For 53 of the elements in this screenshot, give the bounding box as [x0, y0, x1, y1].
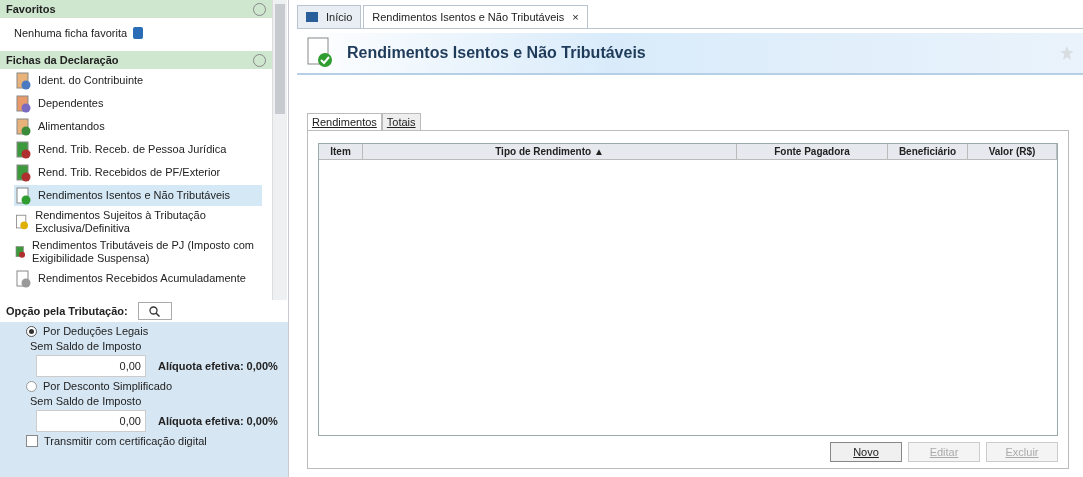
- form-icon: [14, 243, 27, 261]
- option-label: Por Deduções Legais: [43, 325, 149, 337]
- search-icon: [149, 305, 161, 317]
- balance-status: Sem Saldo de Imposto: [30, 340, 143, 352]
- radio-button[interactable]: [26, 380, 37, 392]
- action-button[interactable]: Novo: [830, 442, 902, 462]
- form-icon: [14, 213, 30, 231]
- column-header[interactable]: Tipo de Rendimento ▲: [363, 144, 737, 159]
- form-list-item[interactable]: Rendimentos Recebidos Acumuladamente: [14, 268, 262, 289]
- home-icon: [306, 12, 318, 22]
- info-icon: [133, 27, 144, 39]
- checkbox-label: Transmitir com certificação digital: [44, 435, 207, 447]
- form-icon: [14, 163, 32, 182]
- value-field: 0,00: [36, 355, 146, 377]
- star-icon[interactable]: [1059, 45, 1075, 61]
- form-list-item[interactable]: Ident. do Contribuinte: [14, 70, 262, 91]
- page-title: Rendimentos Isentos e Não Tributáveis: [347, 44, 647, 62]
- form-list-item[interactable]: Alimentandos: [14, 116, 262, 137]
- form-icon: [14, 269, 32, 288]
- form-list-item[interactable]: Rend. Trib. Receb. de Pessoa Jurídica: [14, 139, 262, 160]
- scrollbar-thumb[interactable]: [275, 4, 285, 114]
- taxation-option-label: Opção pela Tributação:: [6, 305, 128, 317]
- value-field: 0,00: [36, 410, 146, 432]
- column-header[interactable]: Valor (R$): [968, 144, 1057, 159]
- search-button[interactable]: [137, 302, 172, 320]
- tab[interactable]: Início: [297, 5, 362, 28]
- tab[interactable]: Rendimentos: [307, 113, 382, 130]
- document-check-icon: [305, 37, 335, 69]
- form-icon: [14, 186, 32, 205]
- tab[interactable]: Totais: [381, 113, 421, 130]
- column-header[interactable]: Beneficiário: [888, 144, 968, 159]
- form-icon: [14, 71, 32, 90]
- balance-status: Sem Saldo de Imposto: [30, 395, 143, 407]
- radio-button[interactable]: [26, 325, 37, 337]
- effective-rate: Alíquota efetiva: 0,00%: [158, 415, 278, 427]
- option-label: Por Desconto Simplificado: [43, 380, 172, 392]
- form-icon: [14, 140, 32, 159]
- form-list-item[interactable]: Rend. Trib. Recebidos de PF/Exterior: [14, 162, 262, 183]
- form-list-item[interactable]: Rendimentos Isentos e Não Tributáveis: [14, 185, 262, 206]
- form-icon: [14, 117, 32, 136]
- empty-favorites-text: Nenhuma ficha favorita: [14, 27, 128, 39]
- close-icon[interactable]: ×: [572, 11, 579, 23]
- column-header[interactable]: Fonte Pagadora: [737, 144, 888, 159]
- favorites-header[interactable]: Favoritos: [0, 0, 272, 18]
- column-header[interactable]: Item: [319, 144, 363, 159]
- effective-rate: Alíquota efetiva: 0,00%: [158, 360, 278, 372]
- checkbox[interactable]: [26, 435, 38, 447]
- form-list-item[interactable]: Rendimentos Sujeitos à Tributação Exclusiva/Definitiva: [14, 208, 262, 236]
- form-icon: [14, 94, 32, 113]
- form-list-item[interactable]: Dependentes: [14, 93, 262, 114]
- tab[interactable]: Rendimentos Isentos e Não Tributáveis ×: [363, 5, 588, 28]
- fichas-header[interactable]: Fichas da Declaração: [0, 51, 272, 69]
- form-list-item[interactable]: Rendimentos Tributáveis de PJ (Imposto com Exigibilidade Suspensa): [14, 238, 262, 266]
